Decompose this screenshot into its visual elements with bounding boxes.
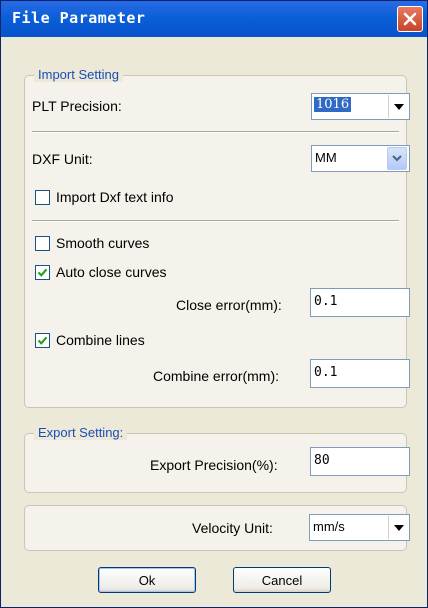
smooth-curves-label[interactable]: Smooth curves — [56, 235, 149, 251]
dxf-unit-label: DXF Unit: — [32, 151, 93, 167]
dxf-unit-value: MM — [315, 150, 337, 165]
cancel-button[interactable]: Cancel — [233, 567, 331, 593]
close-error-label: Close error(mm): — [176, 297, 282, 313]
plt-precision-combo[interactable]: 1016 — [311, 93, 410, 120]
auto-close-curves-checkbox[interactable] — [35, 265, 50, 280]
export-precision-input[interactable]: 80 — [310, 447, 410, 476]
export-precision-label: Export Precision(%): — [150, 457, 278, 473]
triangle-down-icon — [393, 103, 404, 110]
window-title: File Parameter — [12, 9, 146, 27]
triangle-down-icon — [393, 524, 404, 531]
close-error-input[interactable]: 0.1 — [310, 288, 410, 317]
combine-lines-label[interactable]: Combine lines — [56, 332, 145, 348]
close-button[interactable] — [397, 6, 423, 32]
velocity-unit-combo[interactable]: mm/s — [309, 514, 410, 541]
combine-error-label: Combine error(mm): — [153, 368, 280, 384]
chevron-down-icon — [392, 155, 402, 162]
checkmark-icon — [37, 336, 48, 345]
velocity-unit-dropdown-button[interactable] — [388, 516, 408, 539]
plt-precision-dropdown-button[interactable] — [388, 95, 408, 118]
plt-precision-label: PLT Precision: — [32, 98, 122, 114]
combine-error-input[interactable]: 0.1 — [310, 359, 410, 388]
velocity-unit-label: Velocity Unit: — [192, 520, 273, 536]
velocity-unit-value: mm/s — [313, 519, 345, 534]
export-setting-legend: Export Setting: — [34, 425, 128, 440]
auto-close-curves-label[interactable]: Auto close curves — [56, 264, 167, 280]
dxf-unit-combo[interactable]: MM — [311, 145, 410, 172]
title-bar[interactable]: File Parameter — [1, 1, 427, 37]
separator-1 — [32, 131, 399, 133]
plt-precision-value: 1016 — [314, 97, 352, 112]
dxf-unit-dropdown-button[interactable] — [387, 147, 407, 170]
checkmark-icon — [37, 268, 48, 277]
separator-2 — [32, 220, 399, 222]
smooth-curves-checkbox[interactable] — [35, 236, 50, 251]
close-icon — [403, 12, 417, 26]
import-setting-legend: Import Setting — [34, 67, 123, 82]
import-dxf-text-label[interactable]: Import Dxf text info — [56, 189, 173, 205]
file-parameter-dialog: File Parameter Import Setting PLT Precis… — [0, 0, 428, 608]
combine-lines-checkbox[interactable] — [35, 333, 50, 348]
ok-button[interactable]: Ok — [98, 567, 196, 593]
import-dxf-text-checkbox[interactable] — [35, 190, 50, 205]
